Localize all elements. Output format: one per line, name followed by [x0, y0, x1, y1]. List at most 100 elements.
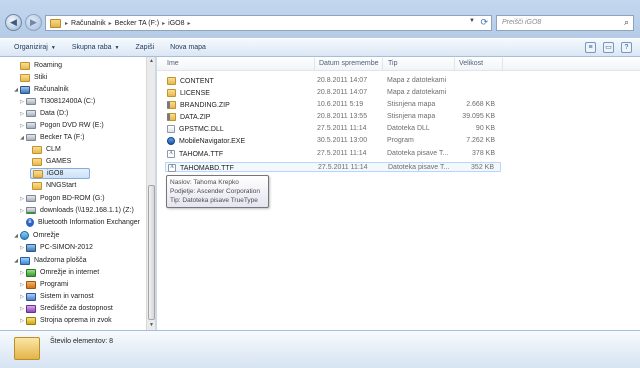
- nav-item-label: Roaming: [34, 62, 63, 69]
- nav-item-stiki[interactable]: Stiki: [20, 72, 47, 83]
- file-row[interactable]: BRANDING.ZIP 10.6.2011 5:19 Stisnjena ma…: [165, 100, 501, 110]
- nav-scrollbar[interactable]: ▲ ▼: [146, 57, 155, 330]
- breadcrumb-item-folder[interactable]: iGO8: [165, 20, 187, 27]
- network-drive-icon: [26, 207, 36, 214]
- column-header-name[interactable]: Ime: [167, 60, 179, 67]
- nav-item-network-internet[interactable]: ▷ Omrežje in internet: [18, 267, 99, 278]
- nav-item-roaming[interactable]: Roaming: [20, 60, 62, 71]
- nav-item-label: iGO8: [47, 170, 64, 177]
- file-row[interactable]: A TAHOMA.TTF 27.5.2011 11:14 Datoteka pis…: [165, 149, 501, 159]
- nav-item-nngstart[interactable]: NNGStart: [32, 180, 76, 191]
- file-row[interactable]: DATA.ZIP 20.8.2011 13:55 Stisnjena mapa …: [165, 112, 501, 122]
- view-options-icon[interactable]: ≡: [585, 42, 596, 53]
- scroll-down-icon[interactable]: ▼: [147, 321, 156, 330]
- file-size: 7.262 KB: [466, 137, 495, 144]
- column-header-date[interactable]: Datum spremembe: [319, 60, 379, 67]
- file-row-hovered[interactable]: A TAHOMABD.TTF 27.5.2011 11:14 Datoteka p…: [165, 162, 501, 172]
- expand-arrow-icon[interactable]: ▷: [18, 208, 26, 214]
- file-name: BRANDING.ZIP: [180, 101, 230, 109]
- shield-icon: [26, 292, 36, 301]
- expand-arrow-icon[interactable]: ◢: [12, 87, 20, 93]
- breadcrumb-item-computer[interactable]: Računalnik: [68, 20, 109, 27]
- nav-item-label: Data (D:): [40, 110, 69, 117]
- bluetooth-icon: ʙ: [26, 218, 34, 227]
- nav-item-programs[interactable]: ▷ Programi: [18, 279, 68, 290]
- column-divider[interactable]: [454, 58, 455, 70]
- nav-item-clm[interactable]: CLM: [32, 144, 61, 155]
- breadcrumb-item-drive[interactable]: Becker TA (F:): [112, 20, 162, 27]
- nav-item-bluetooth[interactable]: ʙ Bluetooth Information Exchanger: [26, 217, 140, 228]
- help-icon[interactable]: ?: [621, 42, 632, 53]
- nav-item-drive-d[interactable]: ▷ Data (D:): [18, 108, 68, 119]
- expand-arrow-icon[interactable]: ▷: [18, 111, 26, 117]
- nav-item-network[interactable]: ◢ Omrežje: [12, 230, 59, 241]
- file-name-cell: GPSTMC.DLL: [167, 125, 224, 133]
- nav-item-drive-z[interactable]: ▷ downloads (\\192.168.1.1) (Z:): [18, 205, 134, 216]
- burn-button[interactable]: Zapiši: [127, 44, 162, 51]
- file-size: 39.095 KB: [462, 113, 495, 120]
- refresh-icon[interactable]: ⟳: [480, 17, 488, 28]
- drive-icon: [26, 98, 36, 105]
- file-date: 20.8.2011 13:55: [317, 113, 368, 120]
- nav-item-igo8[interactable]: iGO8: [30, 168, 90, 179]
- drive-icon: [26, 110, 36, 117]
- nav-item-computer[interactable]: ◢ Računalnik: [12, 84, 69, 95]
- column-divider[interactable]: [314, 58, 315, 70]
- folder-icon: [167, 77, 176, 85]
- nav-item-pc-simon[interactable]: ▷ PC-SIMON-2012: [18, 242, 93, 253]
- search-placeholder: Preišči iGO8: [502, 19, 542, 26]
- nav-item-label: GAMES: [46, 158, 72, 165]
- expand-arrow-icon[interactable]: ▷: [18, 306, 26, 312]
- expand-arrow-icon[interactable]: ▷: [18, 318, 26, 324]
- file-row[interactable]: GPSTMC.DLL 27.5.2011 11:14 Datoteka DLL …: [165, 124, 501, 134]
- column-divider[interactable]: [502, 58, 503, 70]
- file-row[interactable]: CONTENT 20.8.2011 14:07 Mapa z datotekam…: [165, 76, 501, 86]
- nav-item-accessibility[interactable]: ▷ Središče za dostopnost: [18, 303, 113, 314]
- search-icon[interactable]: ⌕: [624, 17, 629, 28]
- address-bar[interactable]: ▸ Računalnik ▸ Becker TA (F:) ▸ iGO8 ▸ ▼…: [45, 15, 492, 31]
- search-input[interactable]: Preišči iGO8 ⌕: [496, 15, 634, 31]
- new-folder-button[interactable]: Nova mapa: [162, 44, 214, 51]
- expand-arrow-icon[interactable]: ▷: [18, 123, 26, 129]
- preview-pane-icon[interactable]: ▭: [603, 42, 614, 53]
- share-button[interactable]: Skupna raba ▼: [64, 44, 128, 51]
- column-header-size[interactable]: Velikost: [459, 60, 483, 67]
- file-type: Program: [387, 137, 414, 144]
- nav-item-games[interactable]: GAMES: [32, 156, 71, 167]
- file-date: 30.5.2011 13:00: [317, 137, 368, 144]
- tooltip-company: Podjetje: Ascender Corporation: [170, 188, 260, 195]
- navigation-pane: Roaming Stiki ◢ Računalnik ▷ TI30812400A (…: [0, 57, 156, 330]
- chevron-down-icon[interactable]: ▼: [469, 18, 475, 24]
- back-button[interactable]: ◀: [5, 14, 22, 31]
- nav-item-control-panel[interactable]: ◢ Nadzorna plošča: [12, 255, 87, 266]
- nav-item-drive-g[interactable]: ▷ Pogon BD-ROM (G:): [18, 193, 105, 204]
- expand-arrow-icon[interactable]: ▷: [18, 196, 26, 202]
- nav-item-drive-e[interactable]: ▷ Pogon DVD RW (E:): [18, 120, 104, 131]
- forward-button[interactable]: ▶: [25, 14, 42, 31]
- file-row[interactable]: MobileNavigator.EXE 30.5.2011 13:00 Prog…: [165, 136, 501, 146]
- expand-arrow-icon[interactable]: ◢: [12, 233, 20, 239]
- folder-icon: [32, 157, 42, 166]
- nav-item-label: Becker TA (F:): [40, 134, 85, 141]
- nav-item-drive-c[interactable]: ▷ TI30812400A (C:): [18, 96, 95, 107]
- computer-icon: [20, 85, 30, 94]
- file-row[interactable]: LICENSE 20.8.2011 14:07 Mapa z datotekam…: [165, 88, 501, 98]
- nav-item-system-security[interactable]: ▷ Sistem in varnost: [18, 291, 94, 302]
- scroll-up-icon[interactable]: ▲: [147, 57, 156, 66]
- nav-item-drive-f[interactable]: ◢ Becker TA (F:): [18, 132, 84, 143]
- expand-arrow-icon[interactable]: ▷: [18, 294, 26, 300]
- organize-button[interactable]: Organiziraj ▼: [6, 44, 64, 51]
- file-type: Datoteka pisave T...: [388, 164, 450, 171]
- expand-arrow-icon[interactable]: ▷: [18, 270, 26, 276]
- file-date: 27.5.2011 11:14: [317, 125, 367, 132]
- expand-arrow-icon[interactable]: ▷: [18, 282, 26, 288]
- expand-arrow-icon[interactable]: ◢: [18, 135, 26, 141]
- column-header-type[interactable]: Tip: [388, 60, 397, 67]
- folder-icon: [20, 73, 30, 82]
- column-divider[interactable]: [382, 58, 383, 70]
- nav-item-hardware-sound[interactable]: ▷ Strojna oprema in zvok: [18, 315, 112, 326]
- expand-arrow-icon[interactable]: ▷: [18, 245, 26, 251]
- expand-arrow-icon[interactable]: ◢: [12, 258, 20, 264]
- scrollbar-thumb[interactable]: [148, 185, 155, 320]
- expand-arrow-icon[interactable]: ▷: [18, 99, 26, 105]
